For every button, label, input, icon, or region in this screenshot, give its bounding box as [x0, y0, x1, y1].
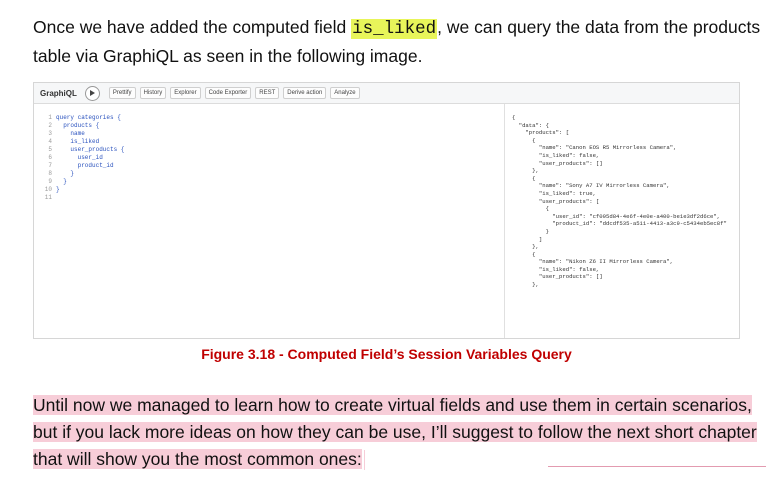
query-editor[interactable]: 1 2 3 4 5 6 7 8 9 10 11 query categories { product… [34, 104, 504, 338]
result-line: "name": "Nikon Z6 II Mirrorless Camera", [512, 258, 674, 266]
line-number-gutter: 1 2 3 4 5 6 7 8 9 10 11 [34, 114, 52, 202]
result-line: "products": [ [512, 129, 570, 137]
query-line: products { [56, 122, 100, 129]
query-line [56, 194, 124, 202]
selection-underline [548, 466, 766, 467]
result-line: "is_liked": false, [512, 265, 600, 273]
code-exporter-button[interactable]: Code Exporter [204, 87, 252, 99]
query-line: } [56, 170, 75, 177]
query-line: product_id [56, 162, 114, 169]
line-number: 2 [48, 122, 52, 129]
derive-action-button[interactable]: Derive action [283, 87, 327, 99]
result-viewer: { "data": { "products": [ { "name": "Can… [512, 114, 727, 289]
result-line: }, [512, 243, 539, 251]
graphiql-toolbar: GraphiQL Prettify History Explorer Code … [34, 83, 739, 104]
graphiql-logo: GraphiQL [40, 88, 77, 98]
highlighted-text: Until now we managed to learn how to cre… [33, 395, 757, 469]
prettify-button[interactable]: Prettify [108, 87, 136, 99]
intro-text-before: Once we have added the computed field [33, 17, 352, 37]
query-line: } [56, 178, 67, 185]
line-number: 6 [48, 154, 52, 161]
figure-caption: Figure 3.18 - Computed Field’s Session V… [201, 346, 572, 362]
line-number: 1 [48, 114, 52, 121]
query-line: is_liked [56, 138, 100, 145]
result-line: "user_products": [] [512, 159, 603, 167]
result-line: "user_products": [] [512, 273, 603, 281]
result-line: "name": "Sony A7 IV Mirrorless Camera", [512, 182, 670, 190]
result-line: "is_liked": true, [512, 189, 596, 197]
body-paragraph[interactable]: Until now we managed to learn how to cre… [33, 392, 769, 473]
line-number: 3 [48, 130, 52, 137]
query-code: query categories { products { name is_li… [56, 114, 124, 202]
history-button[interactable]: History [139, 87, 167, 99]
result-line: "data": { [512, 121, 549, 129]
graphiql-screenshot: GraphiQL Prettify History Explorer Code … [33, 82, 740, 339]
analyze-button[interactable]: Analyze [330, 87, 360, 99]
line-number: 7 [48, 162, 52, 169]
line-number: 11 [44, 194, 52, 201]
query-line: user_id [56, 154, 103, 161]
result-line: { [512, 114, 516, 121]
run-query-button[interactable] [84, 85, 100, 101]
line-number: 5 [48, 146, 52, 153]
result-line: "name": "Canon EOS R5 Mirrorless Camera"… [512, 144, 677, 152]
rest-button[interactable]: REST [255, 87, 280, 99]
result-line: { [512, 174, 536, 182]
query-line: user_products { [56, 146, 125, 153]
result-line: } [512, 227, 549, 235]
explorer-button[interactable]: Explorer [170, 87, 201, 99]
line-number: 10 [44, 186, 52, 193]
result-line: { [512, 205, 549, 213]
pane-divider[interactable] [504, 104, 505, 338]
result-line: { [512, 136, 536, 144]
line-number: 4 [48, 138, 52, 145]
line-number: 8 [48, 170, 52, 177]
query-line: } [56, 186, 60, 193]
result-line: }, [512, 167, 539, 175]
query-line: query categories { [56, 114, 121, 121]
result-line: ] [512, 235, 543, 243]
query-line: name [56, 130, 85, 137]
result-line: "user_products": [ [512, 197, 600, 205]
inline-code-is-liked: is_liked [351, 19, 438, 39]
intro-paragraph: Once we have added the computed field is… [33, 14, 763, 70]
result-line: "user_id": "cf095d84-4e6f-4e0e-a400-be1e… [512, 212, 721, 220]
result-line: "is_liked": false, [512, 151, 600, 159]
text-cursor [363, 450, 365, 471]
line-number: 9 [48, 178, 52, 185]
result-line: { [512, 250, 536, 258]
play-icon [90, 90, 96, 96]
result-line: "product_id": "ddcdf535-a511-4413-a3c9-c… [512, 220, 727, 228]
result-line: }, [512, 281, 539, 289]
